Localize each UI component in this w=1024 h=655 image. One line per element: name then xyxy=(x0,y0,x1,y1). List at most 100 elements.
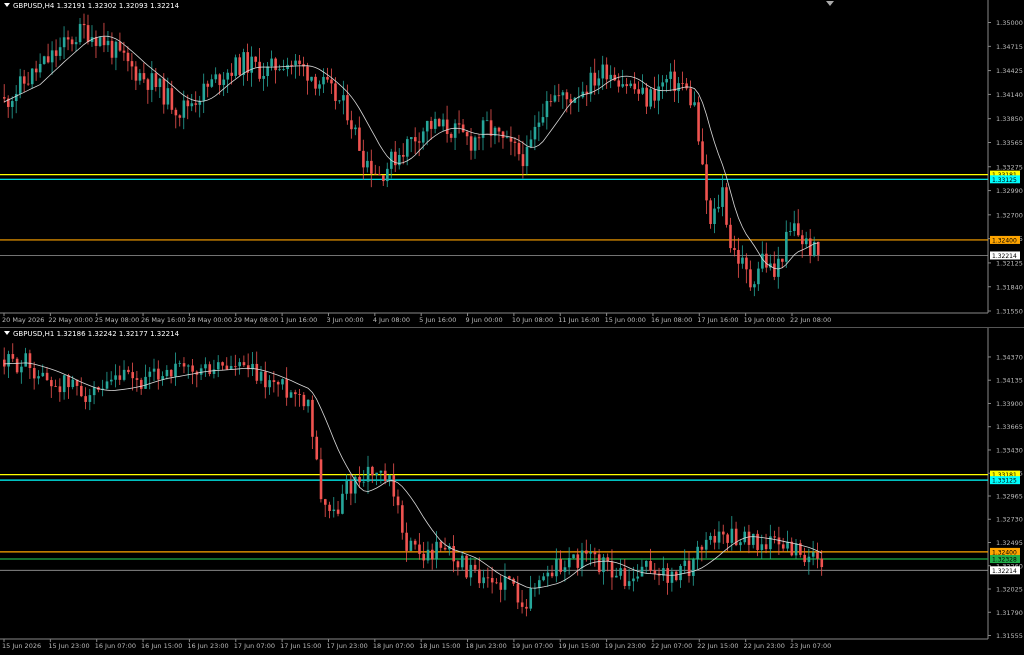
candle-body xyxy=(580,550,584,568)
candle-body xyxy=(452,545,455,562)
candle-body xyxy=(298,394,301,395)
candle-body xyxy=(46,56,50,63)
candle-body xyxy=(38,63,42,73)
candle-body xyxy=(572,554,575,559)
candle-body xyxy=(114,375,117,380)
candle-body xyxy=(332,509,336,512)
candle-body xyxy=(258,61,261,79)
candle-body xyxy=(457,123,461,125)
candle-body xyxy=(250,56,253,73)
candle-body xyxy=(794,543,798,556)
candle-body xyxy=(649,560,652,571)
candle-body xyxy=(649,89,652,107)
candle-body xyxy=(593,72,597,86)
candle-body xyxy=(700,546,704,550)
candle-body xyxy=(152,368,156,372)
candle-body xyxy=(803,554,806,563)
candle-body xyxy=(336,509,340,514)
candle-body xyxy=(465,555,468,578)
candle-body xyxy=(713,208,716,225)
candle-body xyxy=(538,580,541,588)
h4-chart-panel[interactable]: GBPUSD,H4 1.32191 1.32302 1.32093 1.3221… xyxy=(0,0,1024,327)
candle-body xyxy=(92,387,96,396)
candle-body xyxy=(704,539,708,550)
candle-body xyxy=(154,73,158,88)
candle-body xyxy=(191,365,194,372)
candle-body xyxy=(541,117,545,123)
candle-body xyxy=(274,58,277,71)
candle-body xyxy=(687,560,691,576)
candle-body xyxy=(773,536,776,538)
candle-body xyxy=(71,379,75,388)
candle-body xyxy=(330,79,333,84)
candle-body xyxy=(757,268,760,285)
candle-body xyxy=(182,100,186,118)
candle-body xyxy=(529,139,533,147)
x-tick-label: 22 Jun 07:00 xyxy=(651,642,692,650)
x-tick-label: 23 Jun 07:00 xyxy=(790,642,831,650)
y-tick-label: 1.32025 xyxy=(996,586,1023,594)
candle-body xyxy=(22,76,26,84)
x-tick-label: 17 Jun 15:00 xyxy=(280,642,321,650)
candle-body xyxy=(139,379,143,389)
x-tick-label: 17 Jun 16:00 xyxy=(697,316,738,324)
candle-body xyxy=(268,380,271,388)
candle-body xyxy=(212,369,216,374)
y-tick-label: 1.31550 xyxy=(996,308,1023,316)
candle-body xyxy=(218,74,222,86)
candle-body xyxy=(677,83,680,92)
x-tick-label: 26 May 16:00 xyxy=(141,316,186,324)
candle-body xyxy=(388,475,391,481)
candle-body xyxy=(589,551,592,554)
candle-body xyxy=(781,544,785,549)
candle-body xyxy=(637,89,641,94)
y-tick-label: 1.32700 xyxy=(996,211,1023,219)
x-tick-label: 5 Jun 16:00 xyxy=(419,316,456,324)
price-level-tag-text: 1.33125 xyxy=(992,177,1017,184)
candle-body xyxy=(306,66,309,81)
candle-body xyxy=(110,379,113,382)
candle-body xyxy=(482,577,485,584)
candle-body xyxy=(225,365,229,370)
candle-body xyxy=(130,61,134,67)
candle-body xyxy=(202,83,206,102)
candle-body xyxy=(804,238,808,245)
x-tick-label: 28 May 00:00 xyxy=(187,316,232,324)
candle-body xyxy=(262,76,265,79)
x-tick-label: 18 Jun 15:00 xyxy=(419,642,460,650)
candle-body xyxy=(545,101,549,118)
candle-body xyxy=(206,83,210,87)
candle-body xyxy=(358,476,361,483)
candle-body xyxy=(756,533,759,550)
candle-body xyxy=(214,74,218,80)
candle-body xyxy=(319,459,323,500)
candle-body xyxy=(222,79,226,86)
candle-body xyxy=(281,379,284,385)
candle-body xyxy=(461,124,465,132)
candle-body xyxy=(777,258,780,277)
candle-body xyxy=(456,561,460,568)
candle-body xyxy=(199,368,203,375)
x-tick-label: 9 Jun 00:00 xyxy=(466,316,503,324)
candles-group xyxy=(3,13,820,297)
candle-body xyxy=(396,496,400,506)
candle-body xyxy=(752,533,755,545)
candle-body xyxy=(266,66,269,77)
candle-body xyxy=(705,164,708,201)
y-tick-label: 1.32495 xyxy=(996,539,1023,547)
candle-body xyxy=(722,531,725,535)
candle-body xyxy=(747,531,751,545)
candle-body xyxy=(314,76,317,89)
candle-body xyxy=(255,363,259,381)
candle-body xyxy=(106,40,110,46)
candle-body xyxy=(383,470,387,481)
candle-body xyxy=(632,578,635,582)
candle-body xyxy=(326,76,329,80)
candle-body xyxy=(354,127,357,130)
price-level-tag-text: 1.33125 xyxy=(992,478,1017,485)
candle-body xyxy=(294,392,297,395)
candle-body xyxy=(669,71,672,79)
candle-body xyxy=(86,25,90,42)
x-tick-label: 1 Jun 16:00 xyxy=(280,316,317,324)
h1-chart-panel[interactable]: GBPUSD,H1 1.32186 1.32242 1.32177 1.3221… xyxy=(0,327,1024,654)
